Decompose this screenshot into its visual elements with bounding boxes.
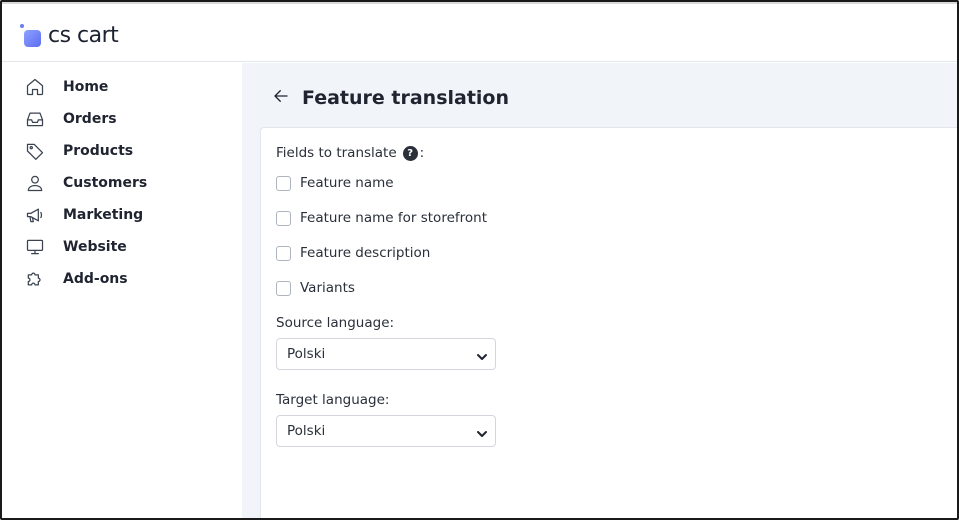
checkbox-box[interactable] <box>276 175 291 191</box>
sidebar-item-label: Home <box>63 79 109 95</box>
sidebar-item-orders[interactable]: Orders <box>2 103 242 135</box>
sidebar-item-label: Add-ons <box>63 271 128 287</box>
chevron-down-icon <box>476 348 488 360</box>
checkbox-label: Feature description <box>300 245 431 261</box>
source-language-select[interactable]: Polski <box>276 338 496 370</box>
sidebar-item-website[interactable]: Website <box>2 231 242 263</box>
checkbox-label: Feature name for storefront <box>300 210 487 226</box>
source-language-value: Polski <box>287 346 326 362</box>
checkbox-feature-description[interactable]: Feature description <box>276 245 430 261</box>
tag-icon <box>24 140 46 162</box>
sidebar-item-label: Website <box>63 239 127 255</box>
sidebar-item-marketing[interactable]: Marketing <box>2 199 242 231</box>
sidebar-item-add-ons[interactable]: Add-ons <box>2 263 242 295</box>
top-bar: cs cart <box>2 2 957 62</box>
checkbox-variants[interactable]: Variants <box>276 280 355 296</box>
source-language-label: Source language: <box>276 315 395 331</box>
fields-label-text: Fields to translate <box>276 145 397 161</box>
sidebar-item-customers[interactable]: Customers <box>2 167 242 199</box>
fields-to-translate-label: Fields to translate ? : <box>276 145 424 161</box>
translation-form-panel: Fields to translate ? : Feature name Fea… <box>260 127 957 518</box>
sidebar-item-label: Products <box>63 143 134 159</box>
puzzle-icon <box>24 268 46 290</box>
chevron-down-icon <box>476 425 488 437</box>
sidebar-item-label: Customers <box>63 175 148 191</box>
back-arrow-icon[interactable] <box>272 87 290 109</box>
checkbox-box[interactable] <box>276 210 291 226</box>
home-icon <box>24 76 46 98</box>
checkbox-box[interactable] <box>276 280 291 296</box>
page-header: Feature translation <box>272 85 509 111</box>
monitor-icon <box>24 236 46 258</box>
target-language-value: Polski <box>287 423 326 439</box>
logo-mark-icon <box>20 24 42 47</box>
checkbox-box[interactable] <box>276 245 291 261</box>
sidebar-item-home[interactable]: Home <box>2 71 242 103</box>
checkbox-feature-name-storefront[interactable]: Feature name for storefront <box>276 210 487 226</box>
user-icon <box>24 172 46 194</box>
main-content: Feature translation Fields to translate … <box>242 63 957 518</box>
inbox-icon <box>24 108 46 130</box>
checkbox-label: Feature name <box>300 175 394 191</box>
sidebar: Home Orders Products Customers Marketing <box>2 63 242 518</box>
target-language-select[interactable]: Polski <box>276 415 496 447</box>
sidebar-item-label: Orders <box>63 111 117 127</box>
app-window: cs cart Home Orders Products Customers M… <box>0 0 959 520</box>
megaphone-icon <box>24 204 46 226</box>
sidebar-item-label: Marketing <box>63 207 144 223</box>
cs-cart-logo[interactable]: cs cart <box>20 20 119 50</box>
fields-label-colon: : <box>419 145 425 161</box>
checkbox-label: Variants <box>300 280 355 296</box>
sidebar-item-products[interactable]: Products <box>2 135 242 167</box>
page-title: Feature translation <box>302 87 510 109</box>
target-language-label: Target language: <box>276 392 390 408</box>
help-icon[interactable]: ? <box>402 145 418 161</box>
checkbox-feature-name[interactable]: Feature name <box>276 175 394 191</box>
logo-text: cs cart <box>48 22 119 48</box>
